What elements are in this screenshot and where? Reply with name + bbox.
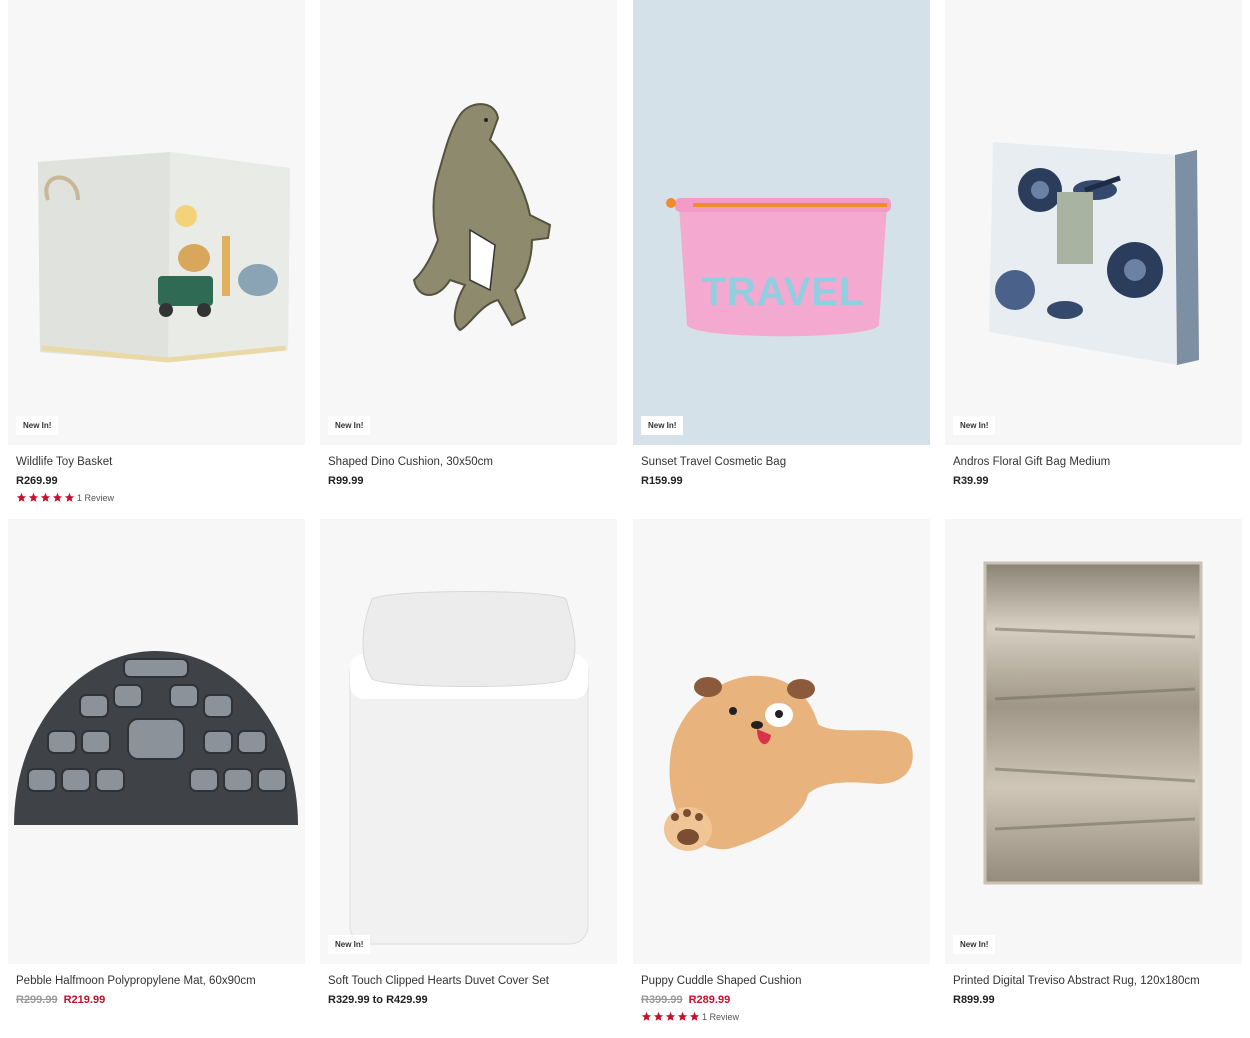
star-icon [689, 1011, 700, 1021]
product-price: R99.99 [328, 475, 609, 487]
product-image[interactable]: New In! [320, 0, 617, 445]
star-icon [64, 492, 75, 502]
rating: 1 Review [16, 492, 297, 503]
review-count-link[interactable]: 1 Review [77, 493, 114, 503]
product-name[interactable]: Sunset Travel Cosmetic Bag [641, 455, 922, 470]
product-image[interactable]: New In! [8, 0, 305, 445]
price: R329.99 to R429.99 [328, 994, 428, 1006]
star-icon [52, 492, 63, 502]
product-name[interactable]: Pebble Halfmoon Polypropylene Mat, 60x90… [16, 974, 297, 989]
product-price: R899.99 [953, 994, 1234, 1006]
product-image[interactable] [633, 519, 930, 964]
review-count-link[interactable]: 1 Review [702, 1012, 739, 1022]
star-icon [677, 1011, 688, 1021]
product-image[interactable]: New In! [945, 0, 1242, 445]
price: R899.99 [953, 994, 995, 1006]
price: R159.99 [641, 475, 683, 487]
rating: 1 Review [641, 1011, 922, 1022]
product-price: R39.99 [953, 475, 1234, 487]
product-name[interactable]: Printed Digital Treviso Abstract Rug, 12… [953, 974, 1234, 989]
product-name[interactable]: Puppy Cuddle Shaped Cushion [641, 974, 922, 989]
dino-cushion-icon [412, 103, 552, 332]
sale-price: R219.99 [63, 994, 106, 1006]
bag-print-text: TRAVEL [701, 270, 864, 314]
new-in-badge: New In! [953, 935, 996, 954]
price: R39.99 [953, 475, 989, 487]
product-card[interactable]: TRAVEL New In! Sunset Travel Cosmetic Ba… [633, 0, 930, 487]
product-card[interactable]: Puppy Cuddle Shaped Cushion R399.99 R289.… [633, 519, 930, 1022]
star-rating [641, 1011, 701, 1022]
product-card[interactable]: New In! Wildlife Toy Basket R269.99 1 Re… [8, 0, 305, 503]
product-card[interactable]: New In! Printed Digital Treviso Abstract… [945, 519, 1242, 1006]
product-price: R329.99 to R429.99 [328, 994, 609, 1006]
product-card[interactable]: Pebble Halfmoon Polypropylene Mat, 60x90… [8, 519, 305, 1006]
sale-price: R289.99 [688, 994, 731, 1006]
abstract-rug-icon [983, 561, 1203, 885]
product-card[interactable]: New In! Soft Touch Clipped Hearts Duvet … [320, 519, 617, 1006]
product-price: R299.99 R219.99 [16, 994, 297, 1006]
new-in-badge: New In! [953, 416, 996, 435]
star-icon [641, 1011, 652, 1021]
gift-bag-icon [989, 142, 1199, 365]
star-icon [28, 492, 39, 502]
product-price: R159.99 [641, 475, 922, 487]
price: R269.99 [16, 475, 58, 487]
new-in-badge: New In! [16, 416, 59, 435]
product-image[interactable]: New In! [945, 519, 1242, 964]
star-icon [665, 1011, 676, 1021]
puppy-cushion-icon [664, 675, 913, 851]
star-rating [16, 492, 76, 503]
product-name[interactable]: Shaped Dino Cushion, 30x50cm [328, 455, 609, 470]
new-in-badge: New In! [641, 416, 684, 435]
toy-basket-icon [38, 152, 290, 363]
duvet-set-icon [349, 591, 589, 945]
new-in-badge: New In! [328, 416, 371, 435]
product-name[interactable]: Wildlife Toy Basket [16, 455, 297, 470]
product-image[interactable] [8, 519, 305, 964]
star-icon [16, 492, 27, 502]
star-icon [40, 492, 51, 502]
product-price: R399.99 R289.99 [641, 994, 922, 1006]
was-price: R299.99 [16, 994, 58, 1006]
halfmoon-mat-icon [14, 651, 298, 825]
was-price: R399.99 [641, 994, 683, 1006]
product-image[interactable]: New In! [320, 519, 617, 964]
product-price: R269.99 [16, 475, 297, 487]
new-in-badge: New In! [328, 935, 371, 954]
product-name[interactable]: Soft Touch Clipped Hearts Duvet Cover Se… [328, 974, 609, 989]
product-name[interactable]: Andros Floral Gift Bag Medium [953, 455, 1234, 470]
price: R99.99 [328, 475, 364, 487]
star-icon [653, 1011, 664, 1021]
product-card[interactable]: New In! Shaped Dino Cushion, 30x50cm R99… [320, 0, 617, 487]
product-image[interactable]: TRAVEL New In! [633, 0, 930, 445]
product-card[interactable]: New In! Andros Floral Gift Bag Medium R3… [945, 0, 1242, 487]
cosmetic-bag-icon: TRAVEL [666, 198, 891, 337]
